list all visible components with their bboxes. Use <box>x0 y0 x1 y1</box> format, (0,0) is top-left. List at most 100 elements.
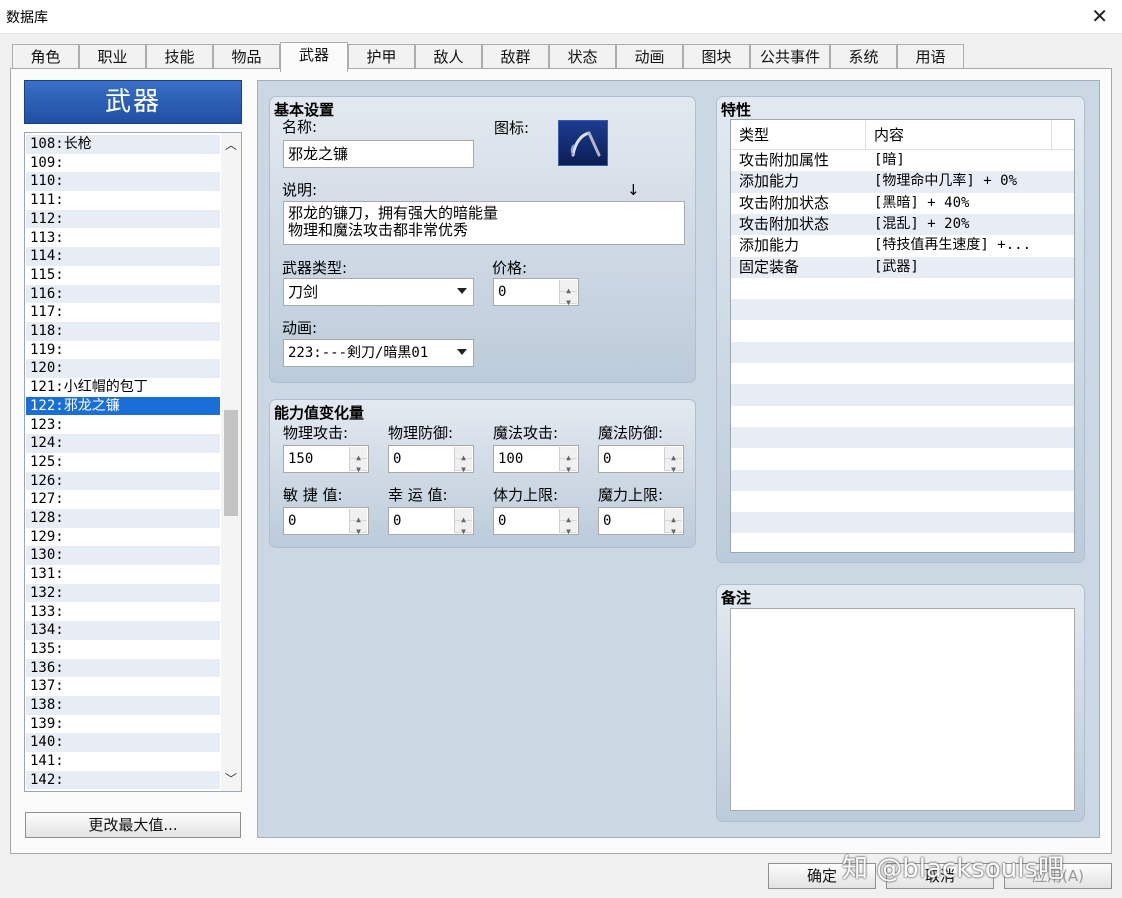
list-item[interactable]: 131: <box>26 565 220 584</box>
tab-1[interactable]: 职业 <box>79 44 146 70</box>
traits-row[interactable] <box>731 384 1074 406</box>
param-stepper[interactable]: ▲ ▼ <box>349 447 367 472</box>
param-input[interactable]: 0 ▲ ▼ <box>598 507 684 535</box>
traits-row[interactable]: 攻击附加状态 [混乱] + 20% <box>731 213 1074 236</box>
traits-row[interactable]: 固定装备 [武器] <box>731 256 1074 278</box>
list-item[interactable]: 117: <box>26 303 220 322</box>
tab-7[interactable]: 敌群 <box>482 44 549 70</box>
change-max-button[interactable]: 更改最大值... <box>25 812 241 838</box>
description-textarea[interactable]: 邪龙的镰刀，拥有强大的暗能量 物理和魔法攻击都非常优秀 <box>283 201 685 245</box>
traits-table[interactable]: 类型 内容 攻击附加属性 [暗] 添加能力 [物理命中几率] + 0% 攻击附加状态 [黑… <box>730 119 1075 553</box>
param-input[interactable]: 100 ▲ ▼ <box>493 445 579 473</box>
tab-4[interactable]: 武器 <box>280 42 348 72</box>
param-input[interactable]: 150 ▲ ▼ <box>283 445 369 473</box>
list-item[interactable]: 141: <box>26 752 220 771</box>
price-stepper[interactable]: ▲ ▼ <box>559 280 577 305</box>
list-item[interactable]: 142: <box>26 770 220 790</box>
traits-row[interactable] <box>731 299 1074 321</box>
name-input[interactable]: 邪龙之镰 <box>283 140 474 168</box>
traits-row[interactable] <box>731 406 1074 427</box>
list-item[interactable]: 118: <box>26 322 220 341</box>
tab-12[interactable]: 系统 <box>830 44 897 70</box>
list-item[interactable]: 113: <box>26 229 220 248</box>
param-input[interactable]: 0 ▲ ▼ <box>388 507 474 535</box>
col-type[interactable]: 类型 <box>739 120 769 150</box>
list-item[interactable]: 115: <box>26 266 220 285</box>
list-item[interactable]: 114: <box>26 247 220 266</box>
tab-11[interactable]: 公共事件 <box>750 44 830 70</box>
traits-row[interactable]: 攻击附加属性 [暗] <box>731 150 1074 171</box>
tab-0[interactable]: 角色 <box>12 44 79 70</box>
list-item[interactable]: 116: <box>26 284 220 304</box>
traits-row[interactable] <box>731 491 1074 512</box>
list-item[interactable]: 135: <box>26 640 220 659</box>
weapon-list[interactable]: 142: 141: 140: 139: 138: 137: 136: 135: 134: 133:… <box>24 132 242 792</box>
traits-row[interactable] <box>731 363 1074 384</box>
param-stepper[interactable]: ▲ ▼ <box>349 509 367 534</box>
weapon-type-select[interactable]: 刀剑 <box>283 278 474 306</box>
param-stepper[interactable]: ▲ ▼ <box>454 509 472 534</box>
scroll-down-icon[interactable]: ﹀ <box>221 769 241 789</box>
tab-8[interactable]: 状态 <box>549 44 616 70</box>
list-scrollbar[interactable]: ︿ ﹀ <box>221 133 241 791</box>
list-item[interactable]: 133: <box>26 603 220 622</box>
traits-row[interactable] <box>731 512 1074 534</box>
param-input[interactable]: 0 ▲ ▼ <box>388 445 474 473</box>
list-item[interactable]: 130: <box>26 546 220 566</box>
weapon-icon[interactable] <box>558 120 608 166</box>
list-item[interactable]: 108:长枪 <box>26 135 220 154</box>
tab-2[interactable]: 技能 <box>146 44 213 70</box>
traits-row[interactable] <box>731 426 1074 449</box>
traits-row[interactable]: 添加能力 [特技值再生速度] +... <box>731 235 1074 256</box>
param-stepper[interactable]: ▲ ▼ <box>559 509 577 534</box>
col-content[interactable]: 内容 <box>874 120 904 150</box>
list-item[interactable]: 125: <box>26 453 220 472</box>
tab-6[interactable]: 敌人 <box>415 44 482 70</box>
param-stepper[interactable]: ▲ ▼ <box>454 447 472 472</box>
traits-row[interactable] <box>731 278 1074 299</box>
param-input[interactable]: 0 ▲ ▼ <box>283 507 369 535</box>
list-item[interactable]: 138: <box>26 696 220 715</box>
list-item[interactable]: 126: <box>26 471 220 491</box>
list-item[interactable]: 112: <box>26 209 220 229</box>
animation-select[interactable]: 223:---剣刀/暗黒01 <box>283 339 474 367</box>
list-item[interactable]: 140: <box>26 733 220 753</box>
list-item[interactable]: 129: <box>26 528 220 547</box>
list-item[interactable]: 123: <box>26 416 220 435</box>
list-item[interactable]: 137: <box>26 677 220 696</box>
list-item[interactable]: 111: <box>26 191 220 210</box>
list-item[interactable]: 139: <box>26 715 220 734</box>
param-input[interactable]: 0 ▲ ▼ <box>598 445 684 473</box>
price-input[interactable]: 0 ▲ ▼ <box>493 278 579 306</box>
list-item[interactable]: 134: <box>26 621 220 640</box>
list-item[interactable]: 124: <box>26 434 220 453</box>
tab-10[interactable]: 图块 <box>683 44 750 70</box>
list-item[interactable]: 122:邪龙之镰 <box>26 396 220 416</box>
list-item[interactable]: 109: <box>26 154 220 173</box>
notes-textarea[interactable] <box>730 608 1075 811</box>
scroll-up-icon[interactable]: ︿ <box>221 135 241 155</box>
traits-row[interactable] <box>731 341 1074 363</box>
traits-row[interactable] <box>731 320 1074 341</box>
traits-row[interactable] <box>731 469 1074 491</box>
list-item[interactable]: 110: <box>26 172 220 192</box>
tab-9[interactable]: 动画 <box>616 44 683 70</box>
list-item[interactable]: 136: <box>26 658 220 678</box>
close-icon[interactable]: ✕ <box>1091 4 1108 28</box>
list-item[interactable]: 121:小红帽的包丁 <box>26 378 220 397</box>
list-item[interactable]: 127: <box>26 490 220 509</box>
tab-5[interactable]: 护甲 <box>348 44 415 70</box>
traits-row[interactable]: 添加能力 [物理命中几率] + 0% <box>731 171 1074 193</box>
tab-3[interactable]: 物品 <box>213 44 280 70</box>
param-stepper[interactable]: ▲ ▼ <box>664 509 682 534</box>
param-stepper[interactable]: ▲ ▼ <box>559 447 577 472</box>
list-item[interactable]: 119: <box>26 341 220 360</box>
traits-row[interactable] <box>731 448 1074 469</box>
list-item[interactable]: 132: <box>26 583 220 603</box>
traits-row[interactable] <box>731 533 1074 552</box>
list-item[interactable]: 128: <box>26 509 220 528</box>
tab-13[interactable]: 用语 <box>897 44 964 70</box>
param-input[interactable]: 0 ▲ ▼ <box>493 507 579 535</box>
param-stepper[interactable]: ▲ ▼ <box>664 447 682 472</box>
list-item[interactable]: 120: <box>26 359 220 379</box>
